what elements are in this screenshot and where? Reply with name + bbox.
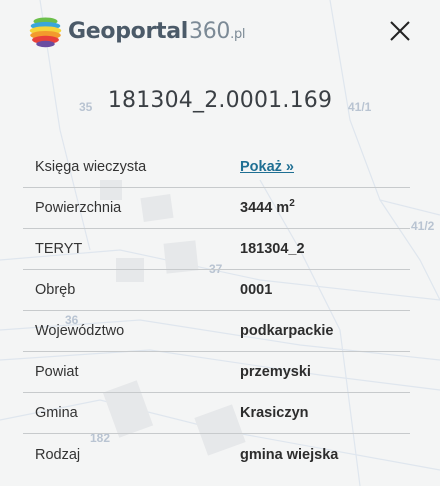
logo-number: 360 — [189, 18, 231, 44]
table-row-powierzchnia: Powierzchnia 3444 m2 — [23, 188, 410, 229]
row-value: podkarpackie — [240, 323, 334, 339]
row-label: Powiat — [35, 364, 79, 380]
geoportal-logo[interactable]: Geoportal 360 .pl — [27, 11, 246, 51]
table-row-powiat: Powiat przemyski — [23, 352, 410, 393]
area-unit-exponent: 2 — [289, 198, 295, 210]
parcel-attributes-table: Księga wieczysta Pokaż » Powierzchnia 34… — [23, 147, 410, 475]
row-label: Powierzchnia — [35, 200, 122, 216]
row-value: gmina wiejska — [240, 446, 339, 463]
row-value: Krasiczyn — [240, 405, 309, 421]
show-land-register-link[interactable]: Pokaż » — [240, 159, 294, 175]
parcel-info-panel: Geoportal 360 .pl 181304_2.0001.169 Księ… — [0, 0, 440, 486]
row-value: 3444 m2 — [240, 198, 410, 216]
row-label: Rodzaj — [35, 446, 81, 463]
table-row-ksiega: Księga wieczysta Pokaż » — [23, 147, 410, 188]
row-label: Obręb — [35, 282, 76, 298]
logo-tld: .pl — [230, 26, 246, 42]
table-row-teryt: TERYT 181304_2 — [23, 229, 410, 270]
row-value: 0001 — [240, 282, 273, 298]
area-value: 3444 m — [240, 200, 290, 216]
table-row-rodzaj: Rodzaj gmina wiejska — [23, 434, 410, 475]
logo-mark-icon — [29, 16, 62, 47]
row-label: TERYT — [35, 241, 83, 257]
close-icon[interactable] — [386, 17, 414, 45]
table-row-wojewodztwo: Województwo podkarpackie — [23, 311, 410, 352]
table-row-obreb: Obręb 0001 — [23, 270, 410, 311]
row-label: Gmina — [35, 405, 78, 421]
parcel-id-title: 181304_2.0001.169 — [107, 88, 333, 113]
row-value: 181304_2 — [240, 241, 305, 257]
panel-header: Geoportal 360 .pl — [0, 0, 440, 62]
logo-brand: Geoportal — [68, 18, 189, 44]
table-row-gmina: Gmina Krasiczyn — [23, 393, 410, 434]
logo-text: Geoportal 360 .pl — [68, 18, 246, 44]
row-label: Księga wieczysta — [35, 159, 147, 175]
row-label: Województwo — [35, 323, 125, 339]
row-value: Pokaż » — [240, 159, 410, 175]
row-value: przemyski — [240, 364, 311, 380]
